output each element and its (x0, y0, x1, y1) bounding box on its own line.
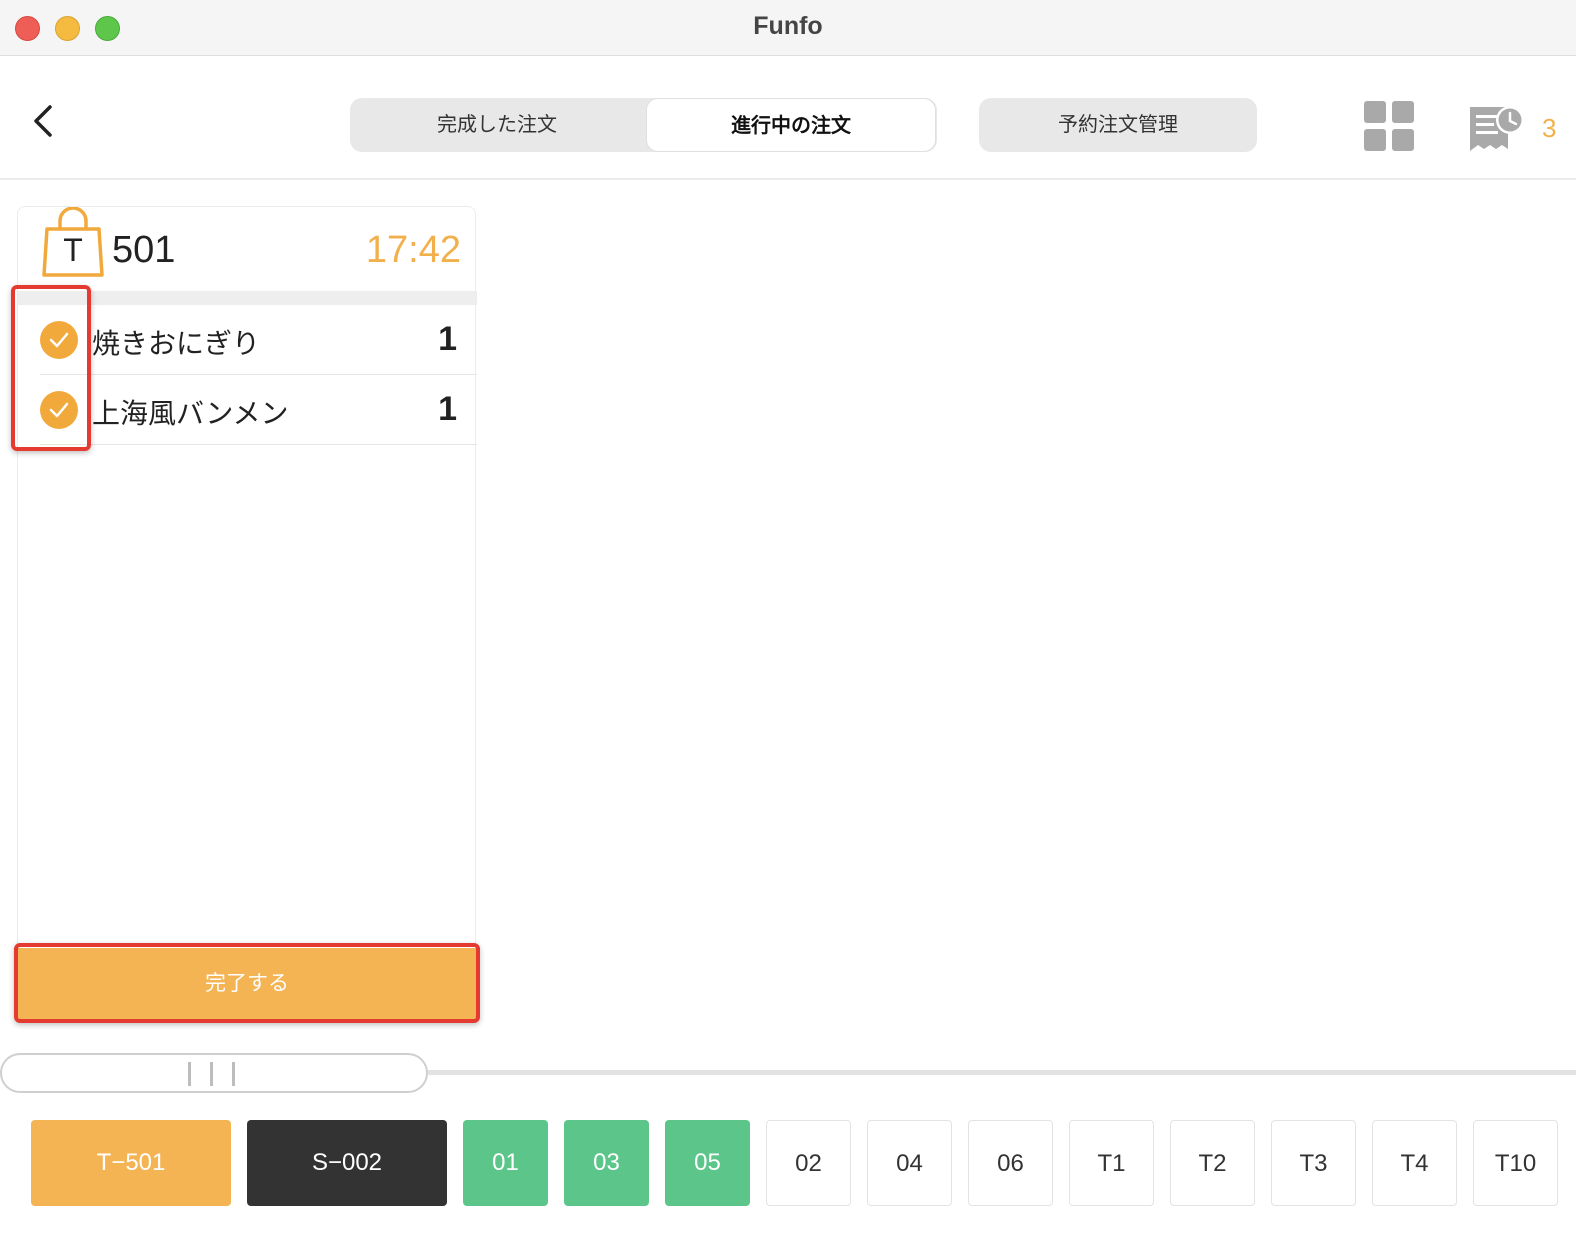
grip-line (232, 1062, 235, 1086)
item-quantity: 1 (438, 320, 457, 358)
order-time: 17:42 (365, 229, 461, 271)
grid-icon-cell (1392, 129, 1414, 151)
grid-icon-cell (1364, 129, 1386, 151)
checkbox-highlight-frame (11, 285, 91, 451)
reserved-orders-button[interactable] (1468, 103, 1528, 155)
table-chip[interactable]: 05 (665, 1120, 750, 1206)
table-chip[interactable]: 02 (766, 1120, 851, 1206)
table-chip[interactable]: 03 (564, 1120, 649, 1206)
table-chip[interactable]: 04 (867, 1120, 952, 1206)
reservation-management-button[interactable]: 予約注文管理 (979, 98, 1257, 152)
horizontal-scroll-thumb[interactable] (0, 1053, 428, 1093)
chevron-left-icon (34, 105, 52, 137)
item-name: 焼きおにぎり (92, 328, 261, 359)
item-name: 上海風バンメン (92, 398, 289, 429)
tab-completed-orders[interactable]: 完成した注文 (350, 98, 644, 152)
grid-view-button[interactable] (1364, 101, 1416, 153)
grip-line (210, 1062, 213, 1086)
table-chip[interactable]: S−002 (247, 1120, 447, 1206)
receipt-clock-icon (1470, 106, 1524, 151)
grid-icon-cell (1392, 101, 1414, 123)
table-chip[interactable]: T−501 (31, 1120, 231, 1206)
table-selector-bar: T−501 S−002 01 03 05 02 04 06 T1 T2 T3 T… (0, 1120, 1576, 1210)
complete-button-highlight-frame (14, 943, 480, 1023)
order-item: 上海風バンメン 1 (40, 375, 477, 445)
item-quantity: 1 (438, 390, 457, 428)
table-chip[interactable]: 01 (463, 1120, 548, 1206)
order-status-segmented-control: 完成した注文 進行中の注文 (350, 98, 937, 152)
grid-icon (1364, 101, 1386, 123)
order-number: 501 (112, 229, 176, 271)
svg-text:T: T (63, 232, 83, 268)
header-bar: 完成した注文 進行中の注文 予約注文管理 3 (0, 57, 1576, 180)
title-bar: Funfo (0, 0, 1576, 56)
order-card-header: T 501 17:42 (18, 207, 477, 291)
table-chip[interactable]: 06 (968, 1120, 1053, 1206)
back-button[interactable] (22, 99, 66, 143)
takeout-bag-icon: T (42, 207, 104, 277)
app-window: Funfo 完成した注文 進行中の注文 予約注文管理 3 T 501 17:42… (0, 0, 1576, 1238)
table-chip[interactable]: T3 (1271, 1120, 1356, 1206)
grip-line (188, 1062, 191, 1086)
table-chip[interactable]: T10 (1473, 1120, 1558, 1206)
order-item: 焼きおにぎり 1 (40, 305, 477, 375)
table-chip[interactable]: T1 (1069, 1120, 1154, 1206)
reserved-orders-count-badge: 3 (1542, 113, 1557, 143)
tab-in-progress-orders[interactable]: 進行中の注文 (646, 98, 936, 152)
table-chip[interactable]: T2 (1170, 1120, 1255, 1206)
window-title: Funfo (753, 12, 823, 40)
table-chip[interactable]: T4 (1372, 1120, 1457, 1206)
